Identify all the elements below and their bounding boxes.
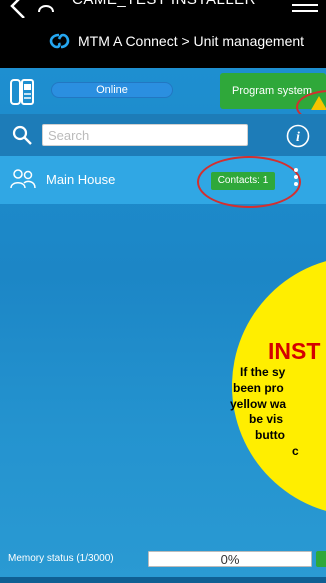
info-icon[interactable]: i (286, 124, 310, 148)
system-status-row: Online Program system (0, 68, 326, 124)
user-icon (38, 5, 54, 13)
highlight-annotation (197, 156, 301, 208)
list-item[interactable]: Main House Contacts: 1 (0, 156, 326, 208)
callout-line: yellow wa (230, 396, 287, 411)
online-status-badge: Online (51, 82, 173, 98)
came-connect-logo-icon (49, 33, 70, 49)
callout-line: c (292, 443, 299, 458)
svg-text:i: i (296, 130, 300, 145)
memory-status-row: Memory status (1/3000) 0% (0, 543, 326, 573)
window-title: CAME_TEST INSTALLER (72, 0, 256, 8)
memory-percent: 0% (220, 552, 240, 567)
memory-status-label: Memory status (1/3000) (8, 553, 114, 564)
chevron-left-icon[interactable] (4, 0, 30, 18)
unit-management-panel: Online Program system i Main House Conta… (0, 68, 326, 583)
breadcrumb: MTM A Connect > Unit management (78, 33, 305, 49)
callout-text: If the sy been pro yellow wa be vis butt… (230, 365, 326, 460)
callout-title: INST (268, 338, 321, 364)
callout-line: butto (255, 428, 285, 443)
memory-action-button[interactable] (316, 551, 326, 567)
users-icon (10, 169, 36, 189)
unit-name: Main House (46, 172, 116, 187)
hamburger-menu-icon[interactable] (292, 4, 318, 18)
callout-line: be vis (249, 412, 284, 427)
search-bar: i (0, 114, 326, 156)
callout-line: If the sy (240, 365, 286, 379)
callout-line: been pro (233, 380, 284, 395)
kebab-menu-icon[interactable] (294, 168, 300, 190)
bottom-toolbar (0, 577, 326, 583)
memory-progress-bar: 0% (148, 551, 312, 567)
top-bar: CAME_TEST INSTALLER MTM A Connect > Unit… (0, 0, 326, 68)
search-input[interactable] (42, 124, 248, 146)
search-icon (12, 125, 32, 145)
intercom-device-icon (10, 79, 34, 105)
